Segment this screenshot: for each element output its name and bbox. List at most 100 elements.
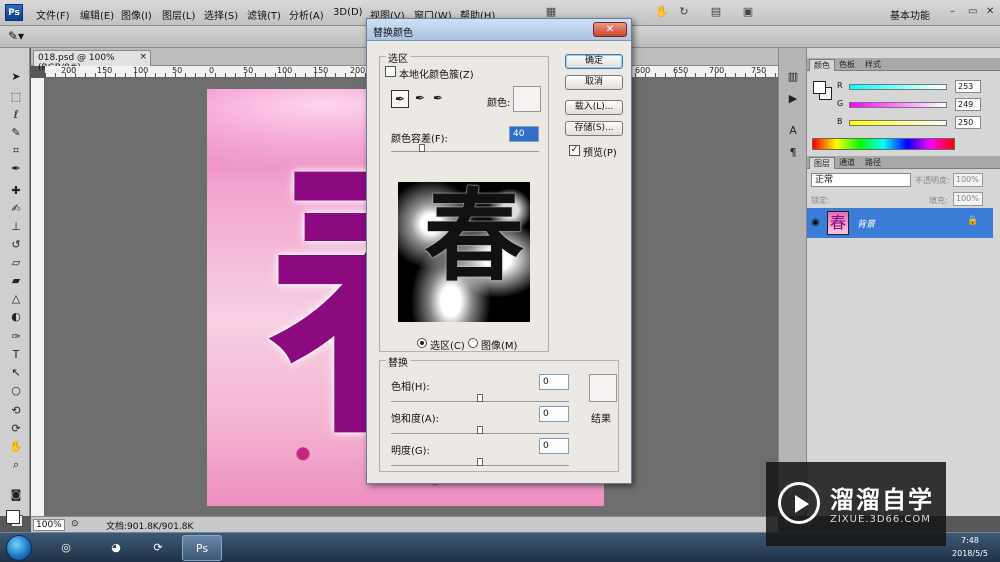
lightness-slider-thumb[interactable]: [477, 458, 483, 466]
eyedropper-minus-icon[interactable]: ✒: [429, 90, 447, 108]
eyedropper-plus-icon[interactable]: ✒: [411, 90, 429, 108]
hue-slider-thumb[interactable]: [477, 394, 483, 402]
close-app-button[interactable]: ✕: [986, 6, 994, 17]
fuzziness-slider[interactable]: [391, 142, 539, 152]
foreground-color-swatch[interactable]: [6, 510, 20, 524]
workspace-switcher[interactable]: 基本功能: [890, 7, 930, 22]
photoshop-taskbar-app[interactable]: Ps: [182, 535, 222, 561]
browser-icon[interactable]: ⟳: [138, 535, 178, 561]
menu-edit[interactable]: 编辑(E): [80, 7, 114, 22]
arrange-icon[interactable]: ▤: [708, 5, 724, 19]
lightness-slider[interactable]: [391, 456, 569, 466]
menu-layer[interactable]: 图层(L): [162, 7, 195, 22]
crop-tool-icon[interactable]: ⌗: [8, 144, 24, 158]
pen-tool-icon[interactable]: ✑: [8, 330, 24, 344]
menu-3d[interactable]: 3D(D): [333, 7, 363, 18]
result-color-swatch[interactable]: [589, 374, 617, 402]
saturation-field[interactable]: 0: [539, 406, 569, 422]
menu-image[interactable]: 图像(I): [121, 7, 152, 22]
ie-icon[interactable]: ◎: [46, 535, 86, 561]
fuzziness-slider-thumb[interactable]: [419, 144, 425, 152]
hand-icon[interactable]: ✋: [654, 5, 670, 19]
brush-tool-icon[interactable]: ✍: [8, 202, 24, 216]
paragraph-icon[interactable]: ¶: [785, 146, 801, 162]
maximize-button[interactable]: ▭: [968, 6, 977, 17]
radio-selection[interactable]: [417, 338, 427, 348]
3d-orbit-tool-icon[interactable]: ⟳: [8, 422, 24, 436]
eyedropper-tool-icon[interactable]: ✒: [8, 162, 24, 176]
shape-tool-icon[interactable]: ○: [8, 384, 24, 398]
tab-styles[interactable]: 样式: [861, 59, 885, 71]
ok-button[interactable]: 确定: [565, 54, 623, 69]
red-value-field[interactable]: 253: [955, 80, 981, 93]
vertical-ruler[interactable]: [31, 78, 45, 516]
zoom-field[interactable]: 100%: [33, 519, 65, 531]
load-button[interactable]: 载入(L)...: [565, 100, 623, 115]
blue-slider[interactable]: B 250: [837, 116, 997, 130]
selection-color-swatch[interactable]: [513, 86, 541, 112]
dodge-tool-icon[interactable]: ◐: [8, 310, 24, 324]
bridge-icon[interactable]: ▦: [543, 5, 559, 19]
panel-foreground-swatch[interactable]: [813, 81, 826, 94]
green-value-field[interactable]: 249: [955, 98, 981, 111]
quick-mask-icon[interactable]: ◙: [8, 488, 24, 502]
hue-slider[interactable]: [391, 392, 569, 402]
fill-field[interactable]: 100%: [953, 192, 983, 206]
green-slider[interactable]: G 249: [837, 98, 997, 112]
tray-clock-time[interactable]: 7:48: [948, 536, 992, 545]
tray-clock-date[interactable]: 2018/5/5: [948, 549, 992, 558]
cancel-button[interactable]: 取消: [565, 75, 623, 90]
move-tool-icon[interactable]: ➤: [8, 70, 24, 84]
lasso-tool-icon[interactable]: ℓ: [8, 108, 24, 122]
menu-file[interactable]: 文件(F): [36, 7, 70, 22]
status-menu-icon[interactable]: ⊙: [71, 519, 79, 529]
histogram-icon[interactable]: ▥: [785, 70, 801, 86]
character-icon[interactable]: A: [785, 124, 801, 140]
preview-checkbox[interactable]: ✓: [569, 145, 580, 156]
path-select-tool-icon[interactable]: ↖: [8, 366, 24, 380]
saturation-slider-thumb[interactable]: [477, 426, 483, 434]
menu-select[interactable]: 选择(S): [204, 7, 238, 22]
tab-color[interactable]: 颜色: [809, 59, 835, 71]
minimize-button[interactable]: –: [950, 6, 955, 17]
clone-stamp-tool-icon[interactable]: ⊥: [8, 220, 24, 234]
layer-name[interactable]: 背景: [857, 217, 875, 230]
blur-tool-icon[interactable]: △: [8, 292, 24, 306]
lightness-field[interactable]: 0: [539, 438, 569, 454]
opacity-field[interactable]: 100%: [953, 173, 983, 187]
red-track[interactable]: [849, 84, 947, 90]
menu-filter[interactable]: 滤镜(T): [247, 7, 281, 22]
document-tab[interactable]: 018.psd @ 100%(RGB/8#) ×: [33, 50, 151, 73]
healing-brush-tool-icon[interactable]: ✚: [8, 184, 24, 198]
color-spectrum[interactable]: [812, 138, 955, 150]
eyedropper-icon[interactable]: ✒: [391, 90, 409, 108]
start-button[interactable]: [6, 535, 32, 561]
localized-clusters-checkbox[interactable]: [385, 66, 396, 77]
dialog-close-button[interactable]: ✕: [593, 22, 627, 37]
menu-analysis[interactable]: 分析(A): [289, 7, 324, 22]
type-tool-icon[interactable]: T: [8, 348, 24, 362]
zoom-tool-icon[interactable]: ⌕: [8, 458, 24, 472]
layer-row-background[interactable]: ◉ 春 背景 🔒: [807, 208, 993, 238]
gradient-tool-icon[interactable]: ▰: [8, 274, 24, 288]
tab-swatches[interactable]: 色板: [835, 59, 859, 71]
radio-image[interactable]: [468, 338, 478, 348]
visibility-eye-icon[interactable]: ◉: [811, 217, 820, 228]
navigator-icon[interactable]: ▶: [785, 92, 801, 108]
tab-layers[interactable]: 图层: [809, 157, 835, 169]
hand-tool-icon[interactable]: ✋: [8, 440, 24, 454]
close-document-icon[interactable]: ×: [139, 52, 147, 62]
quick-select-tool-icon[interactable]: ✎: [8, 126, 24, 140]
dialog-title-bar[interactable]: 替换颜色 ✕: [367, 19, 631, 41]
history-brush-tool-icon[interactable]: ↺: [8, 238, 24, 252]
red-slider[interactable]: R 253: [837, 80, 997, 94]
blue-value-field[interactable]: 250: [955, 116, 981, 129]
tab-paths[interactable]: 路径: [861, 157, 885, 169]
saturation-slider[interactable]: [391, 424, 569, 434]
blue-track[interactable]: [849, 120, 947, 126]
rotate-icon[interactable]: ↻: [676, 5, 692, 19]
blend-mode-select[interactable]: 正常: [811, 173, 911, 187]
green-track[interactable]: [849, 102, 947, 108]
tab-channels[interactable]: 通道: [835, 157, 859, 169]
eyedropper-tool-preset-icon[interactable]: ✎▾: [8, 29, 38, 45]
